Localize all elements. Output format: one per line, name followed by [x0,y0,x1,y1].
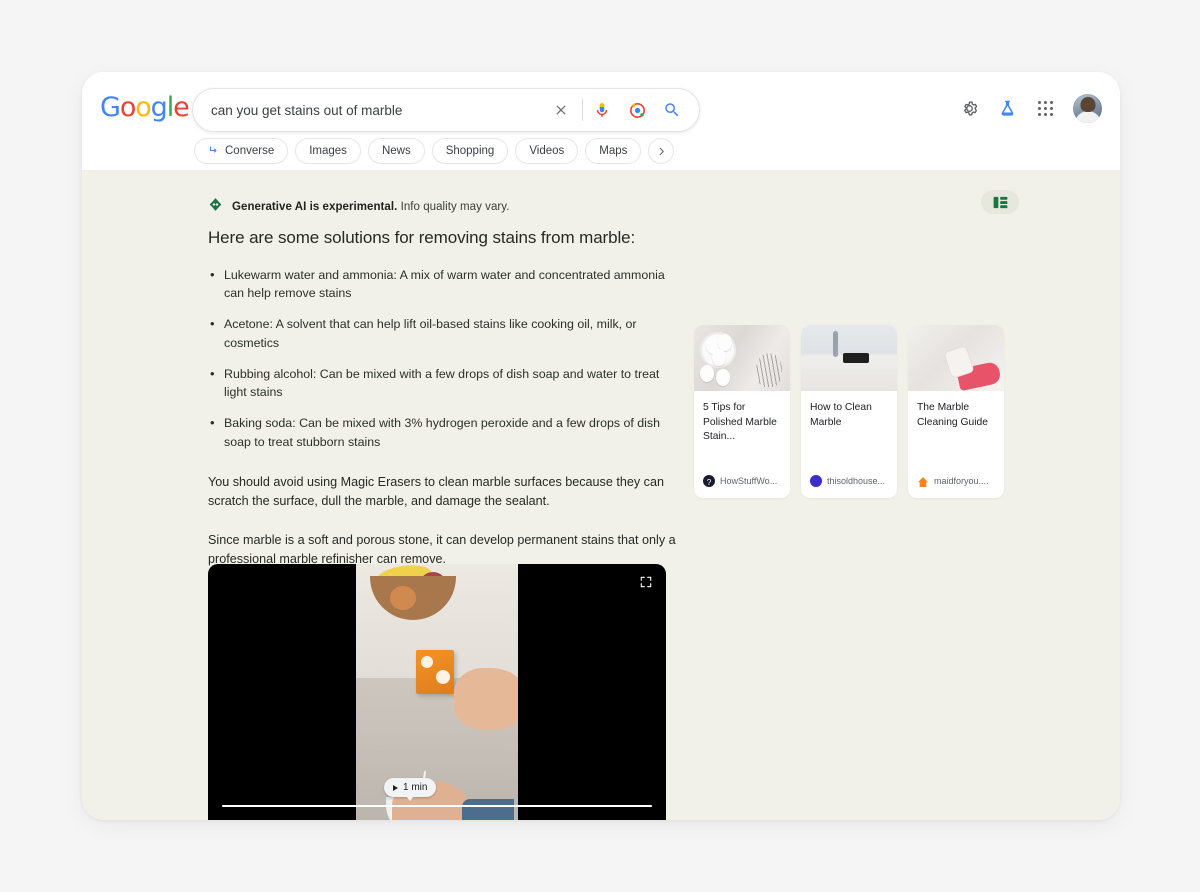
chip-news[interactable]: News [368,138,425,164]
ai-heading: Here are some solutions for removing sta… [208,228,676,248]
microphone-icon[interactable] [591,101,613,119]
list-item: Acetone: A solvent that can help lift oi… [208,315,676,351]
disclaimer-rest: Info quality may vary. [397,201,509,213]
chip-videos[interactable]: Videos [515,138,578,164]
video-progress-bar[interactable] [222,805,652,808]
list-item: Baking soda: Can be mixed with 3% hydrog… [208,414,676,450]
source-site: maidforyou.... [934,476,989,486]
ai-answer-body: Here are some solutions for removing sta… [208,228,676,568]
source-footer: ? HowStuffWo... [694,475,790,498]
layout-view-icon[interactable] [981,190,1019,214]
source-footer: thisoldhouse... [801,475,897,498]
ai-solution-list: Lukewarm water and ammonia: A mix of war… [208,266,676,451]
converse-arrow-icon [208,144,220,159]
list-item: Lukewarm water and ammonia: A mix of war… [208,266,676,302]
source-thumbnail [801,325,897,391]
generative-ai-disclaimer: Generative AI is experimental. Info qual… [208,197,510,217]
source-card[interactable]: The Marble Cleaning Guide maidforyou.... [908,325,1004,498]
source-site: thisoldhouse... [827,476,885,486]
howstuffworks-favicon: ? [703,475,715,487]
filter-chips: Converse Images News Shopping Videos Map… [194,138,674,164]
chip-label: Videos [529,145,564,157]
chip-label: Converse [225,145,274,157]
source-cards: 5 Tips for Polished Marble Stain... ? Ho… [694,325,1004,498]
close-icon[interactable] [548,97,574,123]
video-duration-label: 1 min [403,782,427,793]
page-root: Google [0,0,1200,892]
maidforyou-favicon [917,475,929,487]
ai-overview-panel: Generative AI is experimental. Info qual… [82,170,1120,820]
disclaimer-bold: Generative AI is experimental. [232,201,397,213]
chevron-right-icon[interactable] [648,138,674,164]
source-thumbnail [908,325,1004,391]
source-card[interactable]: 5 Tips for Polished Marble Stain... ? Ho… [694,325,790,498]
google-lens-icon[interactable] [626,101,648,120]
chip-label: Maps [599,145,627,157]
avatar[interactable] [1073,94,1102,123]
video-duration-badge[interactable]: 1 min [384,778,436,797]
chip-converse[interactable]: Converse [194,138,288,164]
apps-grid-icon[interactable] [1035,98,1056,119]
search-results-card: Google [82,72,1120,820]
search-icon[interactable] [661,101,683,119]
search-divider [582,99,583,121]
thisoldhouse-favicon [810,475,822,487]
source-title: How to Clean Marble [801,391,897,475]
svg-text:?: ? [707,478,712,487]
chip-maps[interactable]: Maps [585,138,641,164]
chip-label: Shopping [446,145,495,157]
source-site: HowStuffWo... [720,476,777,486]
lab-flask-icon[interactable] [997,98,1018,119]
gear-icon[interactable] [959,98,980,119]
ai-paragraph-1: You should avoid using Magic Erasers to … [208,473,676,511]
ai-paragraph-2: Since marble is a soft and porous stone,… [208,531,676,569]
play-icon [393,785,398,791]
disclaimer-text: Generative AI is experimental. Info qual… [232,201,510,213]
video-frame [356,564,518,820]
search-bar[interactable] [192,88,700,132]
header-actions [959,94,1102,123]
search-input[interactable] [193,103,548,118]
video-progress-fill [222,805,652,808]
generative-ai-sparkle-icon [208,197,223,217]
list-item: Rubbing alcohol: Can be mixed with a few… [208,365,676,401]
source-footer: maidforyou.... [908,475,1004,498]
source-card[interactable]: How to Clean Marble thisoldhouse... [801,325,897,498]
search-header: Google [82,72,1120,170]
chip-shopping[interactable]: Shopping [432,138,509,164]
chip-label: Images [309,145,347,157]
expand-icon[interactable] [639,575,653,589]
source-thumbnail [694,325,790,391]
google-logo[interactable]: Google [100,94,189,121]
source-title: The Marble Cleaning Guide [908,391,1004,475]
chip-label: News [382,145,411,157]
source-title: 5 Tips for Polished Marble Stain... [694,391,790,475]
video-player[interactable]: 1 min [208,564,666,820]
chip-images[interactable]: Images [295,138,361,164]
